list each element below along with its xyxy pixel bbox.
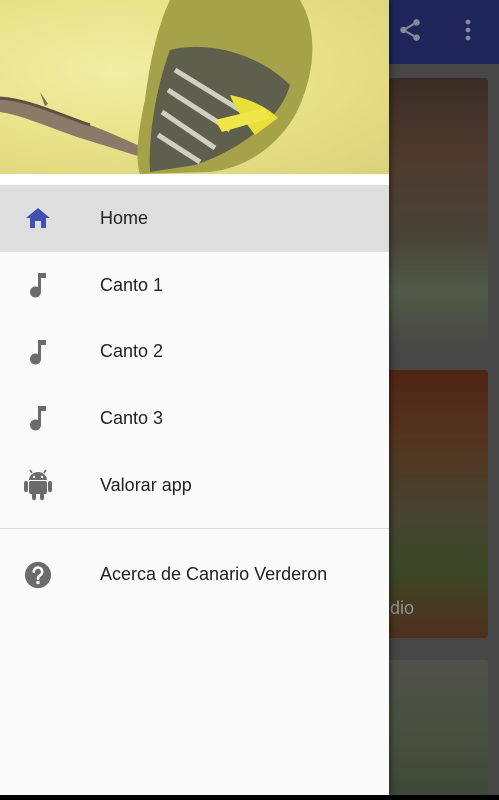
help-icon [24, 561, 52, 589]
music-note-icon [24, 271, 52, 299]
drawer-item-canto-2[interactable]: Canto 2 [0, 318, 389, 385]
android-icon [24, 469, 52, 501]
bird-illustration [0, 0, 313, 174]
drawer-header-image [0, 0, 389, 174]
menu-divider [0, 528, 389, 530]
drawer-item-canto-3[interactable]: Canto 3 [0, 385, 389, 452]
music-note-icon [24, 404, 52, 432]
drawer-item-label: Valorar app [100, 474, 192, 495]
system-navigation-bar [0, 795, 499, 800]
drawer-item-label: Canto 2 [100, 341, 164, 362]
drawer-item-label: Home [100, 207, 149, 228]
drawer-item-valorar-app[interactable]: Valorar app [0, 452, 389, 519]
home-icon [24, 204, 52, 232]
drawer-item-canto-1[interactable]: Canto 1 [0, 252, 389, 319]
drawer-item-about[interactable]: Acerca de Canario Verderon [0, 541, 389, 608]
drawer-item-label: Acerca de Canario Verderon [100, 564, 328, 585]
drawer-item-label: Canto 3 [100, 407, 164, 428]
music-note-icon [24, 338, 52, 366]
drawer-menu: Home Canto 1 Canto 2 Canto 3 Valorar app… [0, 185, 389, 608]
drawer-item-home[interactable]: Home [0, 185, 389, 252]
header-divider [0, 174, 389, 184]
drawer-item-label: Canto 1 [100, 274, 164, 295]
navigation-drawer: Home Canto 1 Canto 2 Canto 3 Valorar app… [0, 0, 389, 795]
